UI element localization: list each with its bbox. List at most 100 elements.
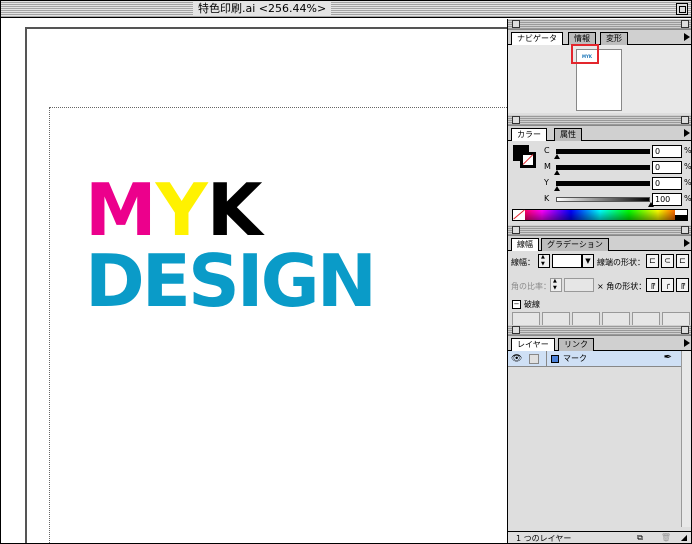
panel-menu-arrow-icon[interactable] <box>684 33 690 41</box>
artwork-line-design[interactable]: DESIGN <box>85 245 377 317</box>
zoom-box-icon[interactable] <box>676 3 688 15</box>
gap-field-1[interactable] <box>542 312 570 326</box>
screen: 特色印刷.ai <256.44%> MYK DESIGN ナビゲータ 情報 変形… <box>0 0 692 544</box>
collapse-icon[interactable] <box>681 226 689 234</box>
layer-color-swatch <box>551 355 559 363</box>
pen-icon: ✒ <box>663 352 672 363</box>
layer-row[interactable]: 👁 マーク ✒ <box>508 351 691 367</box>
panel-drag-bar[interactable] <box>508 19 691 30</box>
stroke-swatch[interactable] <box>520 152 536 168</box>
dash-field-1[interactable] <box>512 312 540 326</box>
slider-track[interactable] <box>556 181 650 186</box>
miter-limit-label: 角の比率： <box>511 282 551 291</box>
layers-tabs: レイヤー リンク <box>508 336 691 352</box>
trash-icon[interactable]: 🗑 <box>660 533 672 543</box>
dashed-line-checkbox[interactable]: − <box>512 300 521 309</box>
slider-magenta: M 0 % <box>544 161 692 177</box>
window-title-bar[interactable]: 特色印刷.ai <256.44%> <box>1 1 691 18</box>
yellow-value-field[interactable]: 0 <box>652 177 682 190</box>
slider-thumb[interactable] <box>554 186 560 191</box>
dashed-line-label: 破線 <box>524 300 540 309</box>
close-icon[interactable] <box>512 326 520 334</box>
close-icon[interactable] <box>512 116 520 124</box>
lock-toggle[interactable] <box>529 354 539 364</box>
tab-gradient[interactable]: グラデーション <box>541 238 609 251</box>
tab-color[interactable]: カラー <box>511 128 547 142</box>
window-title: 特色印刷.ai <256.44%> <box>193 2 332 16</box>
slider-thumb[interactable] <box>554 170 560 175</box>
channel-label: K <box>544 194 550 203</box>
magenta-value-field[interactable]: 0 <box>652 161 682 174</box>
panel-drag-bar[interactable] <box>508 325 691 336</box>
projecting-cap-button[interactable]: ⊏ <box>676 254 689 268</box>
bevel-join-button[interactable]: ╔ <box>676 278 689 292</box>
channel-label: M <box>544 162 551 171</box>
slider-cyan: C 0 % <box>544 145 691 161</box>
cyan-value-field[interactable]: 0 <box>652 145 682 158</box>
panel-menu-arrow-icon[interactable] <box>684 129 690 137</box>
close-icon[interactable] <box>512 20 520 28</box>
panel-menu-arrow-icon[interactable] <box>684 339 690 347</box>
layer-count: 1 つのレイヤー <box>516 534 572 543</box>
percent-label: % <box>684 194 692 203</box>
navigator-tabs: ナビゲータ 情報 変形 <box>508 30 691 46</box>
stroke-weight-label: 線幅： <box>511 258 535 267</box>
tab-transform[interactable]: 変形 <box>600 32 628 45</box>
stroke-weight-input[interactable] <box>552 254 582 268</box>
eye-icon[interactable]: 👁 <box>511 354 523 364</box>
new-layer-icon[interactable]: ⧉ <box>634 533 646 543</box>
stroke-tabs: 線幅 グラデーション <box>508 236 691 252</box>
stroke-weight-stepper[interactable] <box>538 254 550 268</box>
none-swatch-icon[interactable] <box>513 210 525 220</box>
slider-thumb[interactable] <box>554 154 560 159</box>
slider-yellow: Y 0 % <box>544 177 692 193</box>
percent-label: % <box>684 162 692 171</box>
tab-attributes[interactable]: 属性 <box>554 128 582 141</box>
dash-field-3[interactable] <box>632 312 660 326</box>
slider-track[interactable] <box>556 165 650 170</box>
round-join-button[interactable]: ╭ <box>661 278 674 292</box>
layer-name: マーク <box>563 354 587 363</box>
artwork-line-myk[interactable]: MYK <box>85 174 263 246</box>
slider-black: K 100 % <box>544 193 692 209</box>
chevron-down-icon[interactable]: ▼ <box>582 254 594 268</box>
column-divider <box>546 351 547 367</box>
gap-field-2[interactable] <box>602 312 630 326</box>
slider-track[interactable] <box>556 197 650 202</box>
tab-navigator[interactable]: ナビゲータ <box>511 32 563 46</box>
panel-menu-arrow-icon[interactable] <box>684 239 690 247</box>
resize-grip-icon[interactable]: ◢ <box>678 533 690 543</box>
join-style-label: × 角の形状： <box>597 282 647 291</box>
black-value-field[interactable]: 100 <box>652 193 682 206</box>
navigator-body: MYK <box>508 44 691 113</box>
gap-field-3[interactable] <box>662 312 690 326</box>
collapse-icon[interactable] <box>681 116 689 124</box>
channel-label: Y <box>544 178 549 187</box>
layers-list: 👁 マーク ✒ <box>508 351 691 527</box>
tab-stroke[interactable]: 線幅 <box>511 238 539 252</box>
miter-limit-input[interactable] <box>564 278 594 292</box>
navigator-view-box[interactable] <box>571 44 599 64</box>
color-body: C 0 % M 0 % Y 0 % K 100 % <box>508 141 692 236</box>
layers-panel: レイヤー リンク 👁 マーク ✒ 1 つのレイヤー ⧉ 🗑 ◢ <box>507 325 691 543</box>
round-cap-button[interactable]: ⊂ <box>661 254 674 268</box>
black-white-swatch-icon[interactable] <box>675 210 687 220</box>
percent-label: % <box>684 178 692 187</box>
dash-field-2[interactable] <box>572 312 600 326</box>
layers-scrollbar[interactable] <box>681 351 691 527</box>
collapse-icon[interactable] <box>681 326 689 334</box>
close-icon[interactable] <box>512 226 520 234</box>
butt-cap-button[interactable]: ⊏ <box>646 254 659 268</box>
navigator-panel: ナビゲータ 情報 変形 MYK <box>507 19 691 115</box>
tab-layers[interactable]: レイヤー <box>511 338 555 352</box>
collapse-icon[interactable] <box>681 20 689 28</box>
color-spectrum-bar[interactable] <box>512 209 688 221</box>
slider-track[interactable] <box>556 149 650 154</box>
cap-style-label: 線端の形状： <box>597 258 645 267</box>
panel-drag-bar[interactable] <box>508 115 691 126</box>
miter-join-button[interactable]: ╔ <box>646 278 659 292</box>
miter-limit-stepper[interactable] <box>550 278 562 292</box>
panel-drag-bar[interactable] <box>508 225 691 236</box>
channel-label: C <box>544 146 550 155</box>
tab-links[interactable]: リンク <box>558 338 594 351</box>
